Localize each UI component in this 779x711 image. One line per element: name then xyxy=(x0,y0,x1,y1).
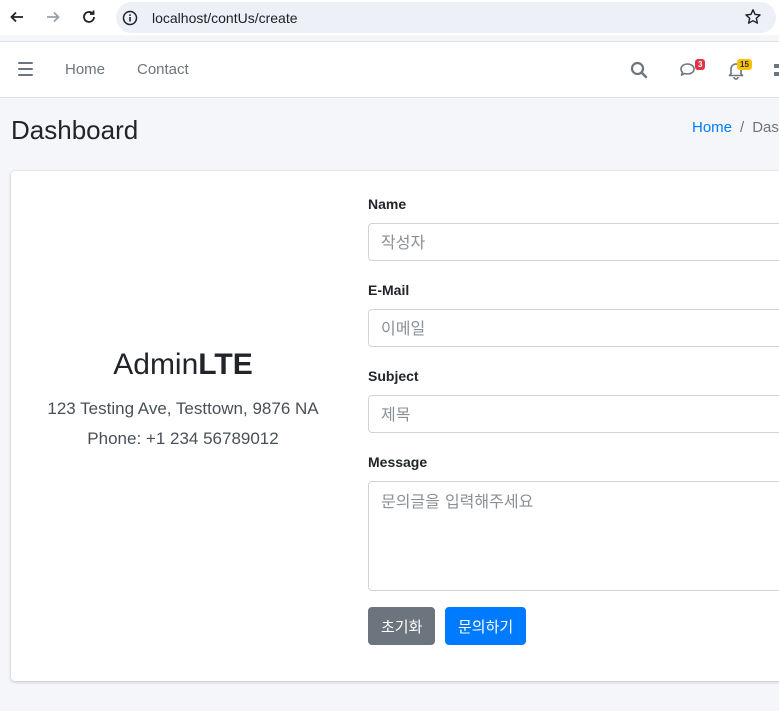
company-phone: Phone: +1 234 56789012 xyxy=(87,429,279,448)
search-icon[interactable] xyxy=(629,60,649,80)
messages-badge: 3 xyxy=(695,59,706,70)
nav-contact-link[interactable]: Contact xyxy=(137,61,189,78)
messages-dropdown[interactable]: 3 xyxy=(676,42,706,99)
message-textarea[interactable] xyxy=(368,481,779,591)
notifications-dropdown[interactable]: 15 xyxy=(726,42,756,99)
nav-home-link[interactable]: Home xyxy=(65,61,105,78)
back-button[interactable] xyxy=(6,6,28,28)
notifications-badge: 15 xyxy=(737,59,752,70)
submit-button[interactable]: 문의하기 xyxy=(445,607,527,645)
subject-label: Subject xyxy=(368,368,419,384)
reset-button[interactable]: 초기화 xyxy=(368,607,436,645)
browser-toolbar: localhost/contUs/create xyxy=(0,0,779,35)
forward-button[interactable] xyxy=(42,6,64,28)
arrow-right-icon xyxy=(47,11,60,23)
site-info-icon[interactable] xyxy=(122,10,138,26)
breadcrumb: Home / Das xyxy=(692,119,779,136)
address-bar[interactable]: localhost/contUs/create xyxy=(116,2,776,33)
name-input[interactable] xyxy=(368,223,779,261)
breadcrumb-current: Das xyxy=(752,119,779,136)
subject-input[interactable] xyxy=(368,395,779,433)
message-label: Message xyxy=(368,454,428,470)
fullscreen-icon[interactable] xyxy=(774,64,779,76)
brand-title: AdminLTE xyxy=(11,348,355,382)
page-title: Dashboard xyxy=(11,115,139,145)
company-address: 123 Testing Ave, Testtown, 9876 NA xyxy=(47,399,319,418)
breadcrumb-home-link[interactable]: Home xyxy=(692,119,732,136)
email-label: E-Mail xyxy=(368,282,410,298)
email-input[interactable] xyxy=(368,309,779,347)
reload-button[interactable] xyxy=(78,6,100,28)
reload-icon xyxy=(83,10,95,23)
main-header: Home Contact 3 15 xyxy=(0,41,779,98)
brand-bold: LTE xyxy=(198,348,253,381)
name-label: Name xyxy=(368,196,407,212)
contact-card: AdminLTE 123 Testing Ave, Testtown, 9876… xyxy=(11,171,779,681)
sidebar-toggle-icon[interactable] xyxy=(18,62,33,76)
url-text: localhost/contUs/create xyxy=(152,9,298,26)
brand-light: Admin xyxy=(113,348,199,381)
breadcrumb-separator: / xyxy=(740,119,745,136)
bookmark-star-icon[interactable] xyxy=(744,8,762,26)
arrow-left-icon xyxy=(10,11,23,23)
